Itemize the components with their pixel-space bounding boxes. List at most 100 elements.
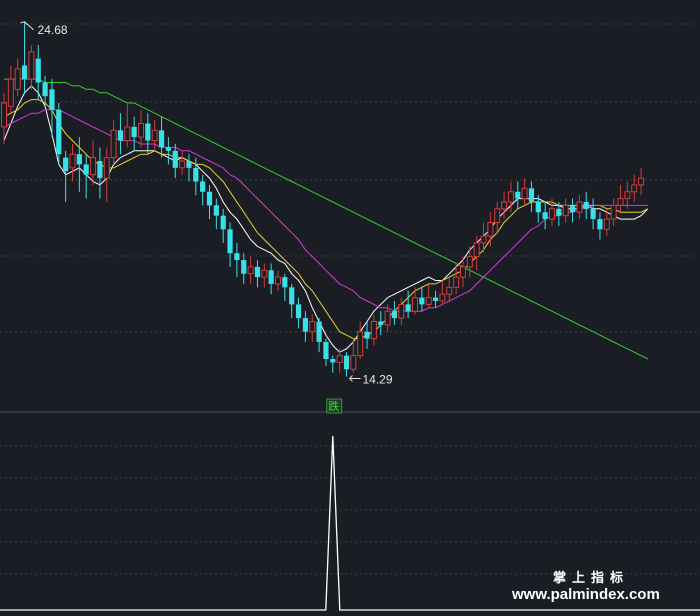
candle-body-down xyxy=(83,164,89,175)
candle-body-up xyxy=(624,191,631,200)
candle-body-up xyxy=(610,204,617,220)
candle-body-down xyxy=(35,58,41,83)
candle-body-down xyxy=(419,297,425,305)
candle-body-down xyxy=(206,191,213,206)
candle-body-up xyxy=(638,177,645,186)
candle-body-down xyxy=(42,82,48,97)
candle-body-up xyxy=(384,310,391,326)
watermark-url: www.palmindex.com xyxy=(511,586,660,603)
candle-body-down xyxy=(289,287,295,305)
candle-body-up xyxy=(459,266,466,278)
candle-body-down xyxy=(282,277,288,288)
candle-body-down xyxy=(21,65,28,80)
candle-body-up xyxy=(336,355,343,363)
candle-body-up xyxy=(562,204,569,217)
candle-body-up xyxy=(480,235,487,244)
candle-body-down xyxy=(172,150,178,168)
candle-body-up xyxy=(90,157,97,176)
candle-body-down xyxy=(405,304,411,312)
candle-body-down xyxy=(364,331,370,339)
candle-body-up xyxy=(631,184,638,193)
candle-body-up xyxy=(138,122,144,138)
candle-body-down xyxy=(213,205,219,216)
candle-body-down xyxy=(158,130,165,148)
candle-body-down xyxy=(49,89,55,110)
candle-body-up xyxy=(425,297,432,305)
candle-body-down xyxy=(515,191,521,199)
candle-body-down xyxy=(193,167,199,182)
candle-body-down xyxy=(583,202,589,209)
candle-body-down xyxy=(535,202,541,213)
candle-body-up xyxy=(357,331,364,357)
candle-body-up xyxy=(501,201,508,210)
candle-body-down xyxy=(432,297,439,301)
candle-body-down xyxy=(268,270,274,284)
candle-body-down xyxy=(343,355,350,370)
candle-body-down xyxy=(63,157,69,172)
candle-body-down xyxy=(200,181,206,192)
candle-body-down xyxy=(234,253,240,261)
candle-body-up xyxy=(549,208,555,220)
candle-body-up xyxy=(617,198,624,206)
candle-body-down xyxy=(220,215,226,230)
candle-body-up xyxy=(603,218,610,230)
candle-body-up xyxy=(487,221,494,237)
candle-body-up xyxy=(473,242,480,258)
candle-body-up xyxy=(14,68,21,90)
candle-body-up xyxy=(7,78,14,107)
candle-body-up xyxy=(28,51,35,80)
candle-body-down xyxy=(295,304,302,319)
candle-body-up xyxy=(439,293,446,302)
candle-body-up xyxy=(309,320,316,333)
candle-body-up xyxy=(1,102,7,128)
candle-body-down xyxy=(56,109,62,155)
candle-body-up xyxy=(124,126,131,142)
candle-body-up xyxy=(179,160,186,169)
candle-body-down xyxy=(528,188,535,202)
candle-body-up xyxy=(110,129,117,159)
candle-body-down xyxy=(556,208,562,216)
candle-body-down xyxy=(186,161,192,168)
high-price-label: 24.68 xyxy=(38,23,68,37)
candle-body-down xyxy=(227,229,233,254)
candle-body-up xyxy=(151,129,158,142)
candle-body-down xyxy=(378,321,384,325)
low-price-label: 14.29 xyxy=(363,372,393,386)
watermark-cn: 掌上指标 xyxy=(553,570,629,586)
candle-body-down xyxy=(542,212,548,220)
candle-body-down xyxy=(569,205,576,213)
candle-body-down xyxy=(131,126,137,138)
candle-body-up xyxy=(466,256,473,268)
candle-body-up xyxy=(69,153,76,169)
candle-body-down xyxy=(76,154,82,165)
candle-body-up xyxy=(398,303,405,319)
candle-body-down xyxy=(391,311,398,319)
candle-body-up xyxy=(521,187,528,200)
candle-body-up xyxy=(103,157,110,179)
candle-body-up xyxy=(446,286,453,295)
candle-body-down xyxy=(241,260,247,274)
candle-body-up xyxy=(494,208,501,223)
candle-body-down xyxy=(590,208,596,220)
candle-body-up xyxy=(350,355,357,370)
candle-body-up xyxy=(576,201,583,213)
candle-body-down xyxy=(323,341,329,360)
candle-body-up xyxy=(370,320,377,340)
candle-body-up xyxy=(507,191,514,203)
candle-body-up xyxy=(412,297,418,312)
candle-body-down xyxy=(254,266,261,278)
candle-body-down xyxy=(302,318,308,332)
candle-body-down xyxy=(316,321,322,342)
candle-body-down xyxy=(117,130,124,141)
candle-body-down xyxy=(145,123,151,141)
candle-body-down xyxy=(165,147,171,151)
candle-body-down xyxy=(597,219,603,230)
candle-body-up xyxy=(275,276,281,285)
candle-body-up xyxy=(453,276,460,288)
candle-body-up xyxy=(247,266,254,275)
candle-body-down xyxy=(97,161,103,179)
signal-label: 跌 xyxy=(328,399,339,413)
candle-body-up xyxy=(261,269,268,278)
candle-body-down xyxy=(330,359,336,363)
stock-chart: 24.68 14.29 跌 掌上指标 www.palmindex.com xyxy=(0,0,700,616)
